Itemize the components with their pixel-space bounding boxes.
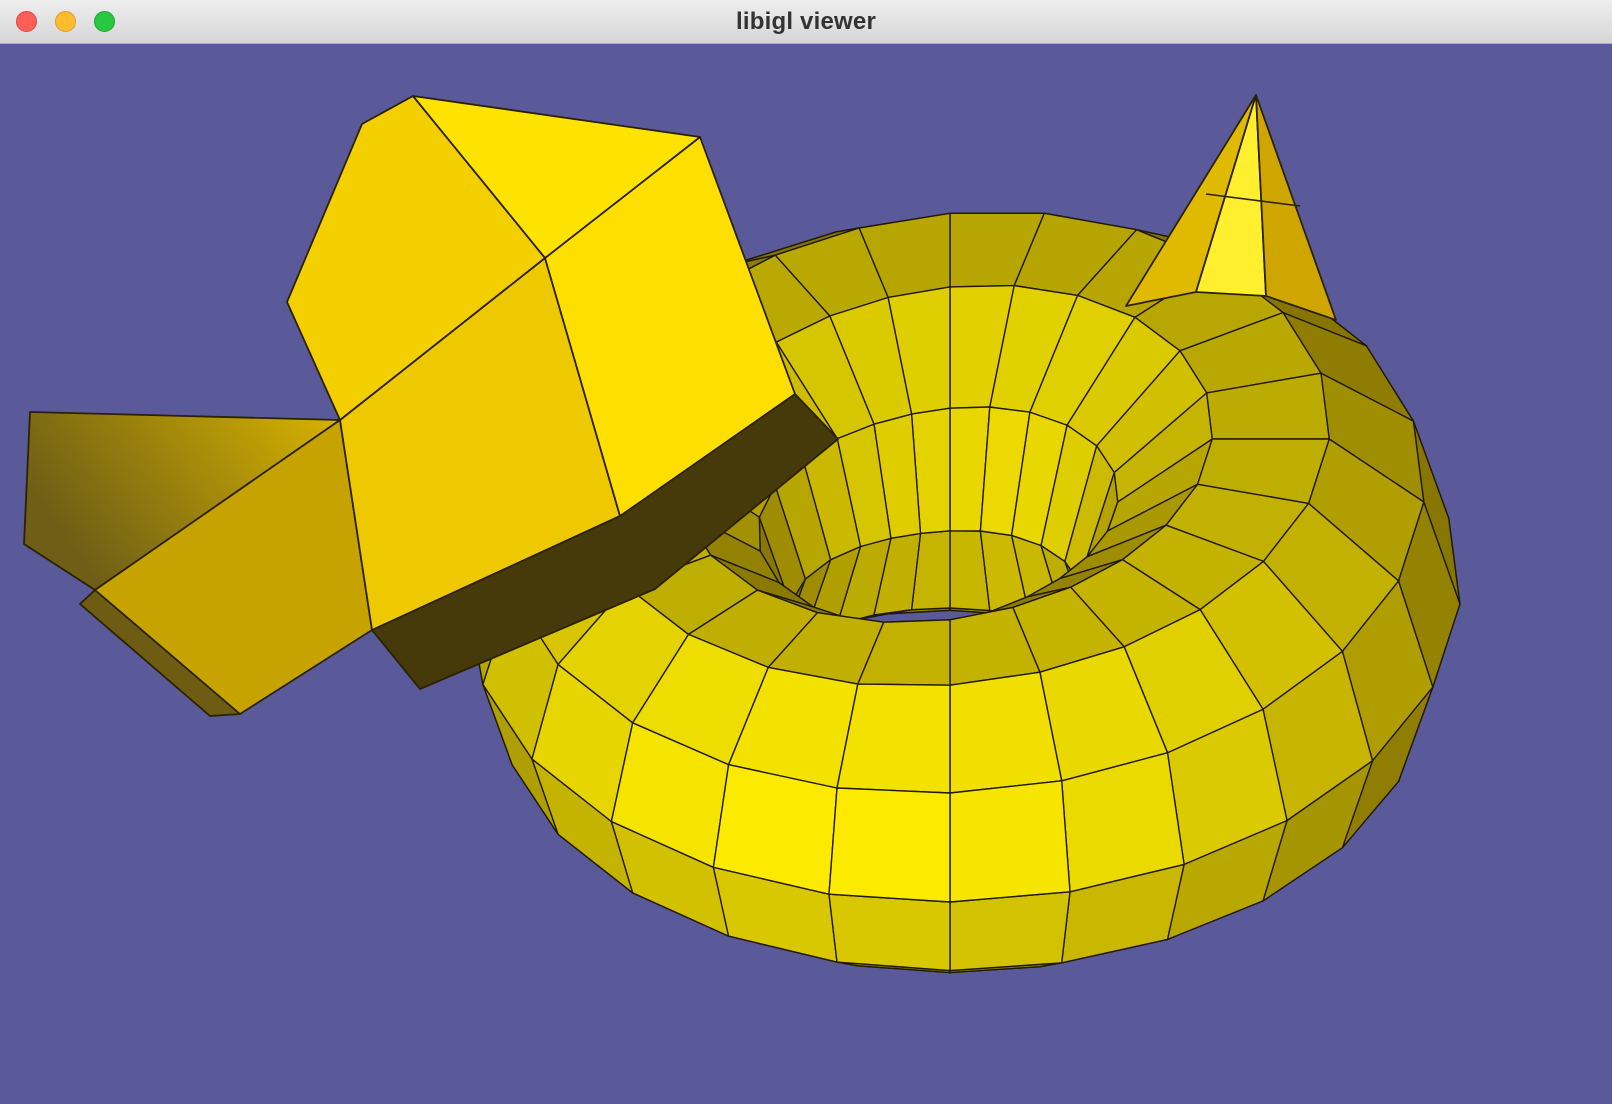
window-titlebar[interactable]: libigl viewer (0, 0, 1612, 44)
mesh-quad (950, 781, 1070, 902)
mesh-scene (0, 44, 1612, 1104)
mesh-quad (950, 892, 1070, 971)
libigl-viewer-window: libigl viewer (0, 0, 1612, 1104)
mesh-quad (837, 684, 950, 793)
window-title: libigl viewer (0, 8, 1612, 36)
minimize-button[interactable] (55, 11, 76, 32)
mesh-facet (1256, 95, 1336, 320)
zoom-button[interactable] (94, 11, 115, 32)
mesh-quad (829, 788, 950, 902)
mesh-quad (829, 894, 950, 970)
window-controls (0, 11, 115, 32)
viewer-viewport[interactable] (0, 44, 1612, 1104)
close-button[interactable] (16, 11, 37, 32)
mesh-horn-facets (1126, 95, 1336, 320)
